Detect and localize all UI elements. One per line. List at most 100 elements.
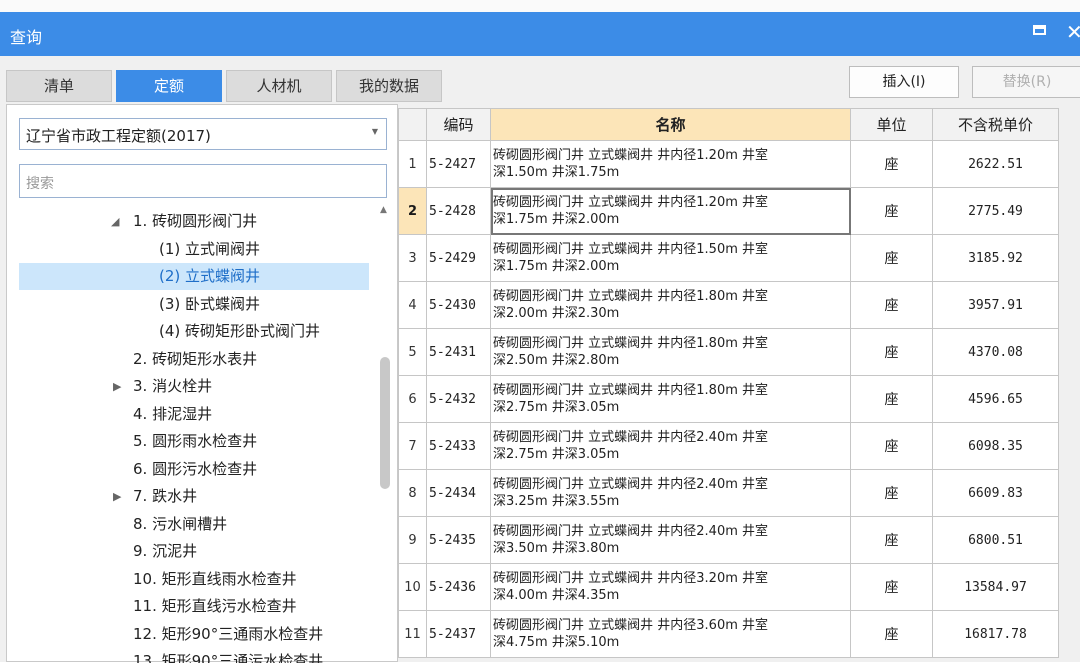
code-cell[interactable]: 5-2430 <box>426 281 491 329</box>
row-index[interactable]: 2 <box>398 187 427 235</box>
price-cell[interactable]: 2775.49 <box>932 187 1059 235</box>
code-cell[interactable]: 5-2432 <box>426 375 491 423</box>
unit-cell[interactable]: 座 <box>850 610 933 658</box>
code-cell[interactable]: 5-2437 <box>426 610 491 658</box>
replace-button[interactable]: 替换(R) <box>972 66 1080 98</box>
insert-button[interactable]: 插入(I) <box>849 66 959 98</box>
tree-node[interactable]: ▶ 7. 跌水井 <box>19 483 369 510</box>
name-cell[interactable]: 砖砌圆形阀门井 立式蝶阀井 井内径1.20m 井室 深1.50m 井深1.75m <box>490 140 851 188</box>
code-cell[interactable]: 5-2427 <box>426 140 491 188</box>
row-index[interactable]: 3 <box>398 234 427 282</box>
tree-scrollbar[interactable]: ▲ <box>377 205 391 661</box>
expand-icon[interactable]: ▶ <box>113 373 121 400</box>
name-cell[interactable]: 砖砌圆形阀门井 立式蝶阀井 井内径2.40m 井室 深3.50m 井深3.80m <box>490 516 851 564</box>
expand-icon[interactable]: ▶ <box>113 483 121 510</box>
price-cell[interactable]: 2622.51 <box>932 140 1059 188</box>
unit-cell[interactable]: 座 <box>850 234 933 282</box>
tab-labor-material-machine[interactable]: 人材机 <box>226 70 332 102</box>
tree-node[interactable]: 12. 矩形90°三通雨水检查井 <box>19 621 369 648</box>
scrollbar-thumb[interactable] <box>380 357 390 489</box>
col-header-unit[interactable]: 单位 <box>850 108 933 141</box>
tree-node[interactable]: ▶ 3. 消火栓井 <box>19 373 369 400</box>
maximize-icon[interactable] <box>1033 25 1046 35</box>
price-cell[interactable]: 4370.08 <box>932 328 1059 376</box>
row-index[interactable]: 5 <box>398 328 427 376</box>
name-cell[interactable]: 砖砌圆形阀门井 立式蝶阀井 井内径1.20m 井室 深1.75m 井深2.00m <box>490 187 851 235</box>
price-cell[interactable]: 3957.91 <box>932 281 1059 329</box>
tree-node[interactable]: 5. 圆形雨水检查井 <box>19 428 369 455</box>
unit-cell[interactable]: 座 <box>850 187 933 235</box>
col-header-name[interactable]: 名称 <box>490 108 851 141</box>
name-cell[interactable]: 砖砌圆形阀门井 立式蝶阀井 井内径1.80m 井室 深2.00m 井深2.30m <box>490 281 851 329</box>
quota-library-select[interactable]: 辽宁省市政工程定额(2017) ▼ <box>19 118 387 150</box>
search-input[interactable]: 搜索 <box>19 164 387 198</box>
name-cell[interactable]: 砖砌圆形阀门井 立式蝶阀井 井内径1.50m 井室 深1.75m 井深2.00m <box>490 234 851 282</box>
row-index[interactable]: 7 <box>398 422 427 470</box>
tab-bill[interactable]: 清单 <box>6 70 112 102</box>
name-cell[interactable]: 砖砌圆形阀门井 立式蝶阀井 井内径3.60m 井室 深4.75m 井深5.10m <box>490 610 851 658</box>
col-header-code[interactable]: 编码 <box>426 108 491 141</box>
code-cell[interactable]: 5-2434 <box>426 469 491 517</box>
price-cell[interactable]: 4596.65 <box>932 375 1059 423</box>
unit-cell[interactable]: 座 <box>850 281 933 329</box>
row-index[interactable]: 9 <box>398 516 427 564</box>
table-row[interactable]: 4 5-2430 砖砌圆形阀门井 立式蝶阀井 井内径1.80m 井室 深2.00m 井… <box>398 281 1059 329</box>
code-cell[interactable]: 5-2435 <box>426 516 491 564</box>
scroll-up-icon[interactable]: ▲ <box>380 205 387 215</box>
tree-node[interactable]: (4) 砖砌矩形卧式阀门井 <box>19 318 369 345</box>
tree-node[interactable]: (1) 立式闸阀井 <box>19 236 369 263</box>
row-index[interactable]: 1 <box>398 140 427 188</box>
table-row[interactable]: 6 5-2432 砖砌圆形阀门井 立式蝶阀井 井内径1.80m 井室 深2.75m 井… <box>398 375 1059 423</box>
tree-node[interactable]: 9. 沉泥井 <box>19 538 369 565</box>
table-row[interactable]: 11 5-2437 砖砌圆形阀门井 立式蝶阀井 井内径3.60m 井室 深4.75m … <box>398 610 1059 658</box>
tree-node[interactable]: 6. 圆形污水检查井 <box>19 456 369 483</box>
unit-cell[interactable]: 座 <box>850 563 933 611</box>
tree-node[interactable]: 10. 矩形直线雨水检查井 <box>19 566 369 593</box>
tab-quota[interactable]: 定额 <box>116 70 222 102</box>
code-cell[interactable]: 5-2436 <box>426 563 491 611</box>
price-cell[interactable]: 13584.97 <box>932 563 1059 611</box>
row-index[interactable]: 6 <box>398 375 427 423</box>
tree-node[interactable]: 2. 砖砌矩形水表井 <box>19 346 369 373</box>
tab-my-data[interactable]: 我的数据 <box>336 70 442 102</box>
row-index[interactable]: 11 <box>398 610 427 658</box>
name-cell[interactable]: 砖砌圆形阀门井 立式蝶阀井 井内径3.20m 井室 深4.00m 井深4.35m <box>490 563 851 611</box>
code-cell[interactable]: 5-2429 <box>426 234 491 282</box>
row-index[interactable]: 8 <box>398 469 427 517</box>
table-row[interactable]: 10 5-2436 砖砌圆形阀门井 立式蝶阀井 井内径3.20m 井室 深4.00m … <box>398 563 1059 611</box>
name-cell[interactable]: 砖砌圆形阀门井 立式蝶阀井 井内径2.40m 井室 深2.75m 井深3.05m <box>490 422 851 470</box>
table-row[interactable]: 3 5-2429 砖砌圆形阀门井 立式蝶阀井 井内径1.50m 井室 深1.75m 井… <box>398 234 1059 282</box>
collapse-icon[interactable]: ◢ <box>111 208 119 235</box>
row-index[interactable]: 4 <box>398 281 427 329</box>
name-cell[interactable]: 砖砌圆形阀门井 立式蝶阀井 井内径2.40m 井室 深3.25m 井深3.55m <box>490 469 851 517</box>
price-cell[interactable]: 3185.92 <box>932 234 1059 282</box>
unit-cell[interactable]: 座 <box>850 422 933 470</box>
table-row[interactable]: 2 5-2428 砖砌圆形阀门井 立式蝶阀井 井内径1.20m 井室 深1.75m 井… <box>398 187 1059 235</box>
code-cell[interactable]: 5-2433 <box>426 422 491 470</box>
code-cell[interactable]: 5-2428 <box>426 187 491 235</box>
unit-cell[interactable]: 座 <box>850 375 933 423</box>
name-cell[interactable]: 砖砌圆形阀门井 立式蝶阀井 井内径1.80m 井室 深2.75m 井深3.05m <box>490 375 851 423</box>
table-row[interactable]: 1 5-2427 砖砌圆形阀门井 立式蝶阀井 井内径1.20m 井室 深1.50m 井… <box>398 140 1059 188</box>
code-cell[interactable]: 5-2431 <box>426 328 491 376</box>
unit-cell[interactable]: 座 <box>850 469 933 517</box>
tree-node[interactable]: 8. 污水闸槽井 <box>19 511 369 538</box>
tree-node[interactable]: 4. 排泥湿井 <box>19 401 369 428</box>
price-cell[interactable]: 6098.35 <box>932 422 1059 470</box>
price-cell[interactable]: 6609.83 <box>932 469 1059 517</box>
row-index[interactable]: 10 <box>398 563 427 611</box>
table-row[interactable]: 5 5-2431 砖砌圆形阀门井 立式蝶阀井 井内径1.80m 井室 深2.50m 井… <box>398 328 1059 376</box>
close-icon[interactable]: ✕ <box>1066 20 1080 44</box>
table-row[interactable]: 9 5-2435 砖砌圆形阀门井 立式蝶阀井 井内径2.40m 井室 深3.50m 井… <box>398 516 1059 564</box>
price-cell[interactable]: 6800.51 <box>932 516 1059 564</box>
name-cell[interactable]: 砖砌圆形阀门井 立式蝶阀井 井内径1.80m 井室 深2.50m 井深2.80m <box>490 328 851 376</box>
table-row[interactable]: 8 5-2434 砖砌圆形阀门井 立式蝶阀井 井内径2.40m 井室 深3.25m 井… <box>398 469 1059 517</box>
tree-node[interactable]: ◢ 1. 砖砌圆形阀门井 <box>19 208 369 235</box>
unit-cell[interactable]: 座 <box>850 516 933 564</box>
tree-node[interactable]: (3) 卧式蝶阀井 <box>19 291 369 318</box>
unit-cell[interactable]: 座 <box>850 140 933 188</box>
tree-node[interactable]: (2) 立式蝶阀井 <box>19 263 369 290</box>
price-cell[interactable]: 16817.78 <box>932 610 1059 658</box>
tree-node[interactable]: 13. 矩形90°三通污水检查井 <box>19 648 369 663</box>
tree-node[interactable]: 11. 矩形直线污水检查井 <box>19 593 369 620</box>
